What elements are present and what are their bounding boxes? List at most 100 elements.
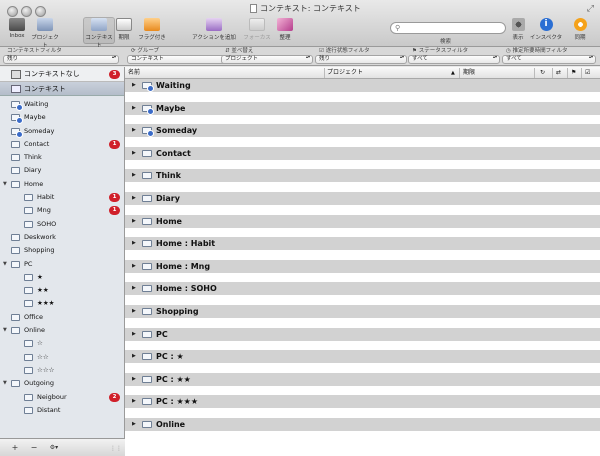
column-due[interactable]: 期限: [463, 67, 475, 79]
disclosure-triangle-icon[interactable]: ▶: [132, 353, 136, 359]
sidebar-context-item[interactable]: Diary: [0, 164, 124, 177]
sidebar-context-item[interactable]: ★: [0, 271, 124, 284]
disclosure-triangle-icon[interactable]: ▶: [132, 285, 136, 291]
sidebar-context-item[interactable]: Mng 1: [0, 204, 124, 217]
context-group-row[interactable]: ▶ Home : Mng: [125, 259, 600, 283]
context-filter-select[interactable]: 残り: [3, 55, 119, 64]
search-field[interactable]: ⚲: [390, 22, 506, 34]
toolbar-sync-button[interactable]: 同期: [567, 18, 593, 41]
remove-context-button[interactable]: −: [28, 442, 40, 453]
disclosure-triangle-icon[interactable]: ▶: [132, 195, 136, 201]
sidebar-context-label: Outgoing: [24, 379, 54, 388]
column-name[interactable]: 名前: [128, 67, 140, 79]
sidebar-context-item[interactable]: Habit 1: [0, 191, 124, 204]
context-group-row[interactable]: ▶ Diary: [125, 191, 600, 215]
toolbar-add-action-button[interactable]: アクションを追加: [190, 18, 238, 41]
disclosure-triangle-icon[interactable]: ▶: [132, 218, 136, 224]
disclosure-triangle-icon[interactable]: ▶: [132, 398, 136, 404]
context-group-row[interactable]: ▶ Contact: [125, 146, 600, 170]
sidebar-context-item[interactable]: Deskwork: [0, 231, 124, 244]
context-icon: [24, 287, 33, 295]
context-group-row[interactable]: ▶ PC : ★★★: [125, 395, 600, 418]
sidebar-context-item[interactable]: ☆: [0, 337, 124, 350]
disclosure-triangle-icon[interactable]: ▼: [3, 178, 7, 191]
context-group-row[interactable]: ▶ Someday: [125, 124, 600, 147]
context-icon: [142, 398, 152, 406]
sidebar-context-item[interactable]: Distant: [0, 404, 124, 417]
sidebar-context-item[interactable]: Neigbour 2: [0, 391, 124, 404]
toolbar-projects-button[interactable]: プロジェクト: [30, 18, 60, 49]
toolbar-clean-up-button[interactable]: 整理: [275, 18, 295, 41]
zoom-window-button[interactable]: [35, 6, 46, 17]
close-window-button[interactable]: [7, 6, 18, 17]
context-group-row[interactable]: ▶ Home: [125, 214, 600, 238]
disclosure-triangle-icon[interactable]: ▶: [132, 172, 136, 178]
sidebar-context-item[interactable]: Someday: [0, 125, 124, 138]
sidebar-context-item[interactable]: ▼ Online: [0, 324, 124, 337]
fullscreen-icon[interactable]: ⤢: [587, 4, 594, 14]
context-group-row[interactable]: ▶ PC: [125, 327, 600, 351]
sidebar-item-no-context[interactable]: コンテキストなし 3: [0, 67, 124, 82]
disclosure-triangle-icon[interactable]: ▶: [132, 376, 136, 382]
sidebar-context-item[interactable]: ★★★: [0, 297, 124, 310]
sidebar-context-item[interactable]: Shopping: [0, 244, 124, 257]
disclosure-triangle-icon[interactable]: ▶: [132, 240, 136, 246]
gear-menu-button[interactable]: ⚙▾: [45, 442, 63, 453]
toolbar-inbox-button[interactable]: Inbox: [4, 18, 30, 39]
checkbox-column-icon[interactable]: ☑: [585, 67, 590, 79]
column-project[interactable]: プロジェクト: [327, 67, 363, 79]
sidebar-context-item[interactable]: ☆☆☆: [0, 364, 124, 377]
context-group-row[interactable]: ▶ PC : ★★: [125, 372, 600, 396]
sidebar-context-item[interactable]: SOHO: [0, 218, 124, 231]
disclosure-triangle-icon[interactable]: ▼: [3, 377, 7, 390]
minimize-window-button[interactable]: [21, 6, 32, 17]
sidebar-context-item[interactable]: Contact 1: [0, 138, 124, 151]
duration-filter-select[interactable]: すべて: [502, 55, 596, 64]
disclosure-triangle-icon[interactable]: ▶: [132, 82, 136, 88]
disclosure-triangle-icon[interactable]: ▶: [132, 421, 136, 427]
sidebar-context-item[interactable]: ▼ Outgoing: [0, 377, 124, 390]
toolbar-inspector-button[interactable]: i インスペクタ: [529, 18, 563, 41]
sidebar-context-item[interactable]: ▼ PC: [0, 258, 124, 271]
toolbar-contexts-button[interactable]: コンテキスト: [83, 17, 115, 49]
disclosure-triangle-icon[interactable]: ▶: [132, 127, 136, 133]
sort-filter-select[interactable]: プロジェクト: [221, 55, 313, 64]
sidebar-context-item[interactable]: ☆☆: [0, 351, 124, 364]
disclosure-triangle-icon[interactable]: ▼: [3, 324, 7, 337]
toolbar-view-button[interactable]: 表示: [508, 18, 528, 41]
toolbar-focus-button[interactable]: フォーカス: [243, 18, 271, 41]
status-filter-select[interactable]: すべて: [408, 55, 500, 64]
disclosure-triangle-icon[interactable]: ▶: [132, 308, 136, 314]
sidebar-context-item[interactable]: ▼ Home: [0, 178, 124, 191]
context-group-row[interactable]: ▶ Home : SOHO: [125, 282, 600, 305]
disclosure-triangle-icon[interactable]: ▶: [132, 263, 136, 269]
sidebar-context-item[interactable]: Think: [0, 151, 124, 164]
sidebar-context-item[interactable]: Waiting: [0, 98, 124, 111]
disclosure-triangle-icon[interactable]: ▼: [3, 258, 7, 271]
toolbar-due-button[interactable]: 期限: [116, 18, 132, 41]
context-group-row[interactable]: ▶ Waiting: [125, 79, 600, 102]
disclosure-triangle-icon[interactable]: ▶: [132, 105, 136, 111]
repeat-column-icon[interactable]: ⇄: [556, 67, 561, 79]
completion-filter-select[interactable]: 残り: [315, 55, 407, 64]
context-icon: [142, 194, 152, 202]
flag-column-icon[interactable]: ⚑: [571, 67, 576, 79]
context-group-row[interactable]: ▶ Maybe: [125, 101, 600, 125]
add-context-button[interactable]: +: [9, 442, 21, 453]
disclosure-triangle-icon[interactable]: ▶: [132, 331, 136, 337]
context-group-row[interactable]: ▶ Shopping: [125, 304, 600, 328]
context-group-row[interactable]: ▶ Online: [125, 417, 600, 441]
context-group-row[interactable]: ▶ Think: [125, 169, 600, 192]
context-group-row[interactable]: ▶ PC : ★: [125, 350, 600, 373]
context-icon: [11, 260, 20, 268]
sidebar-header-contexts[interactable]: コンテキスト: [0, 82, 124, 96]
sidebar-context-item[interactable]: Maybe: [0, 111, 124, 125]
sidebar-context-item[interactable]: ★★: [0, 284, 124, 297]
status-column-icon[interactable]: ↻: [540, 67, 545, 79]
disclosure-triangle-icon[interactable]: ▶: [132, 150, 136, 156]
sidebar-context-label: Think: [24, 153, 42, 162]
sidebar-context-item[interactable]: Office: [0, 311, 124, 324]
context-group-row[interactable]: ▶ Home : Habit: [125, 237, 600, 260]
resize-grip-icon[interactable]: ⋮⋮: [110, 445, 122, 452]
toolbar-flagged-button[interactable]: フラグ付き: [135, 18, 169, 41]
